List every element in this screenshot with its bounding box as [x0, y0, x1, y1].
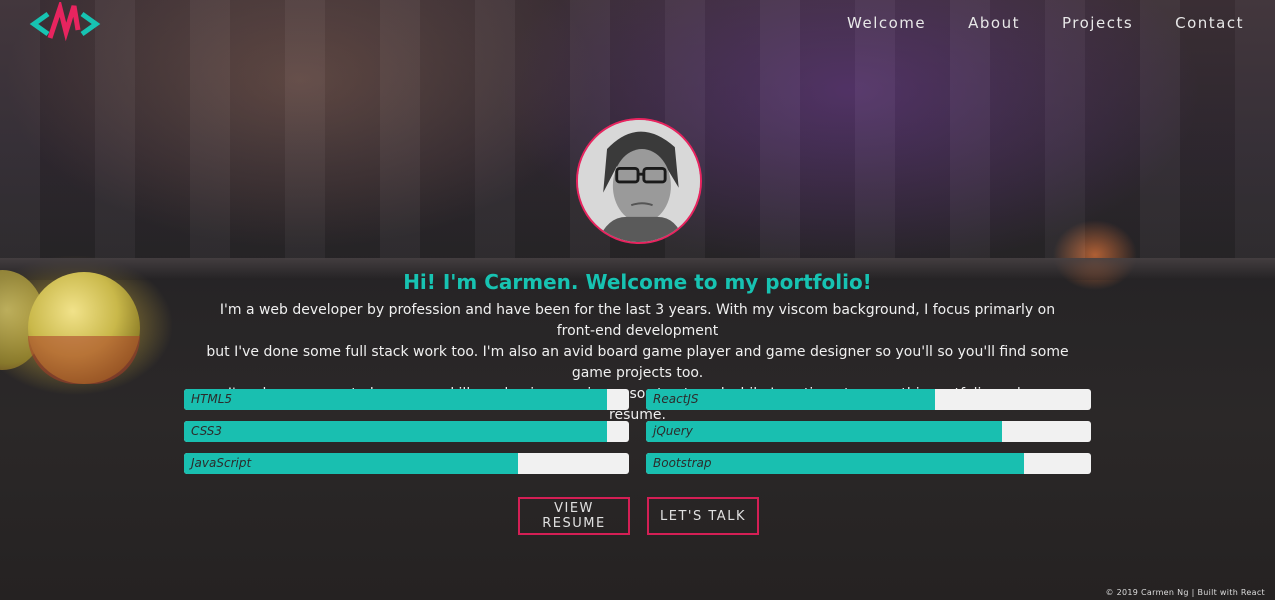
nav-welcome[interactable]: Welcome: [847, 14, 926, 32]
skill-bar-fill: [646, 421, 1002, 442]
skill-bar-css3: CSS3: [184, 421, 629, 442]
skill-bar-fill: [184, 421, 607, 442]
skill-bar-reactjs: ReactJS: [646, 389, 1091, 410]
skill-label: CSS3: [191, 424, 223, 438]
nav-about[interactable]: About: [968, 14, 1020, 32]
nav-contact[interactable]: Contact: [1175, 14, 1244, 32]
skill-label: HTML5: [191, 392, 233, 406]
intro-line: but I've done some full stack work too. …: [206, 344, 1069, 381]
skill-label: ReactJS: [653, 392, 699, 406]
nav-projects[interactable]: Projects: [1062, 14, 1133, 32]
main-nav: Welcome About Projects Contact: [847, 14, 1244, 32]
skill-label: JavaScript: [191, 456, 252, 470]
footer-text: © 2019 Carmen Ng | Built with React: [1105, 588, 1265, 597]
intro-line: I'm a web developer by profession and ha…: [219, 302, 1056, 339]
lets-talk-button[interactable]: LET'S TALK: [647, 497, 759, 535]
nn-logo-icon[interactable]: [28, 0, 102, 46]
page-title: Hi! I'm Carmen. Welcome to my portfolio!: [403, 270, 872, 294]
skill-label: jQuery: [653, 424, 693, 438]
skill-label: Bootstrap: [653, 456, 712, 470]
skill-bar-fill: [184, 389, 607, 410]
skill-bar-bootstrap: Bootstrap: [646, 453, 1091, 474]
skills-grid: HTML5 ReactJS CSS3 jQuery JavaScript Boo…: [184, 389, 1091, 474]
skill-bar-javascript: JavaScript: [184, 453, 629, 474]
avatar: [576, 118, 702, 244]
cta-buttons: VIEW RESUME LET'S TALK: [518, 497, 759, 535]
skill-bar-html5: HTML5: [184, 389, 629, 410]
view-resume-button[interactable]: VIEW RESUME: [518, 497, 630, 535]
skill-bar-jquery: jQuery: [646, 421, 1091, 442]
